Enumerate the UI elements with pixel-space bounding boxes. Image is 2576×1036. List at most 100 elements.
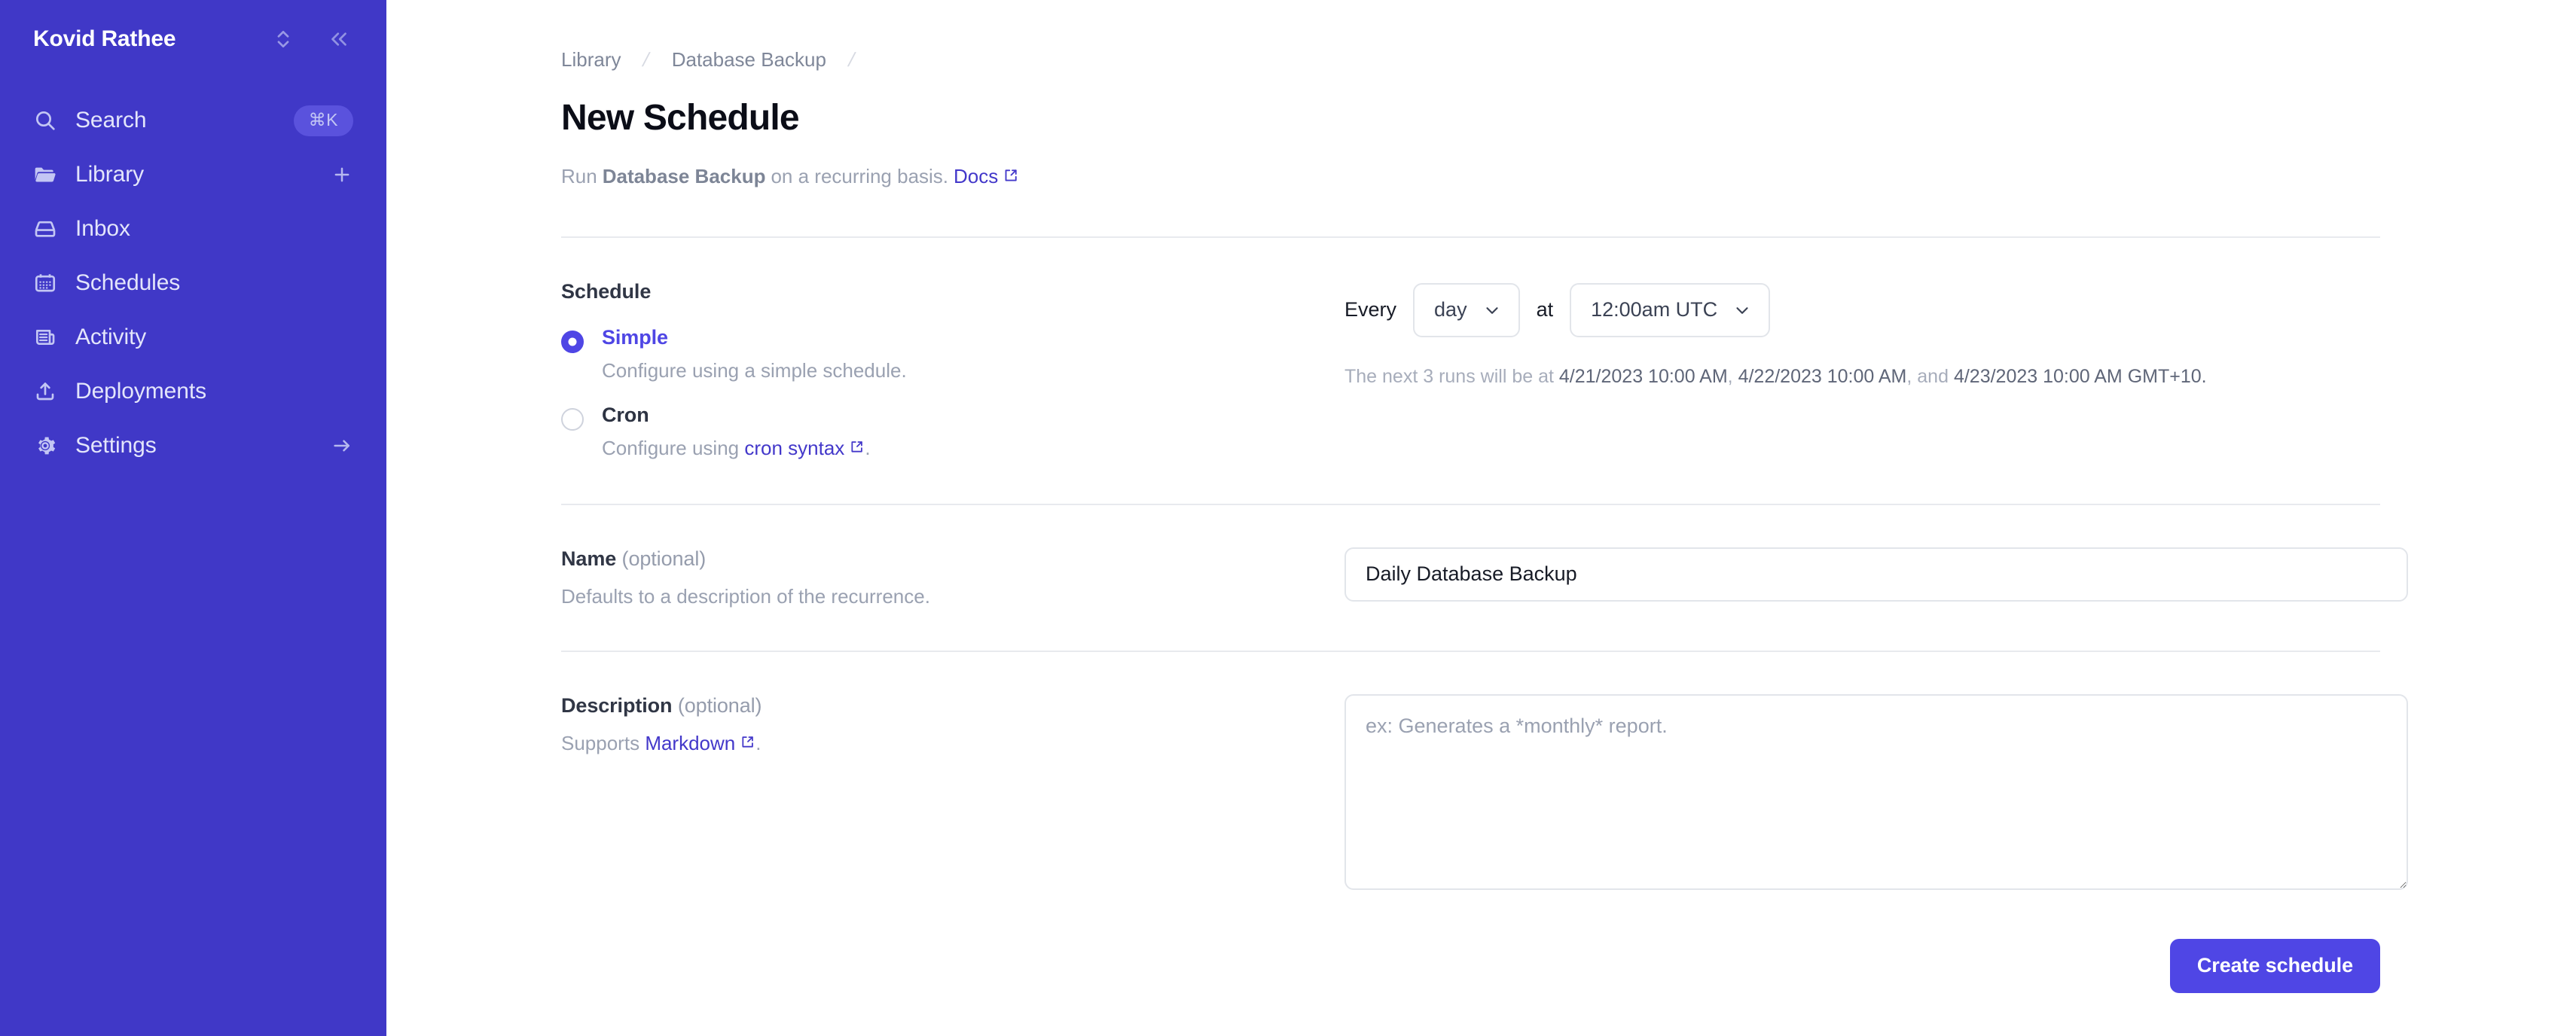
- description-label-text: Description: [561, 693, 673, 717]
- description-optional-text: (optional): [677, 693, 762, 717]
- breadcrumb-separator: /: [846, 47, 858, 71]
- name-help-text: Defaults to a description of the recurre…: [561, 584, 930, 608]
- sidebar-item-label: Deployments: [75, 379, 206, 404]
- docs-link-label: Docs: [954, 164, 999, 187]
- workspace-switcher-icon[interactable]: [266, 22, 301, 56]
- time-select-value: 12:00am UTC: [1591, 298, 1718, 321]
- folder-icon: [33, 163, 66, 187]
- next-runs-prefix: The next 3 runs will be at: [1344, 365, 1554, 387]
- next-run-date-1: 4/21/2023 10:00 AM: [1558, 365, 1728, 387]
- inbox-icon: [33, 217, 66, 241]
- sidebar-item-label: Search: [75, 108, 147, 133]
- sidebar-search-shortcut: ⌘K: [293, 105, 353, 136]
- radio-option-cron[interactable]: Cron Configure using cron syntax.: [561, 404, 1344, 460]
- sidebar-item-schedules[interactable]: Schedules: [20, 256, 367, 310]
- next-runs-text: The next 3 runs will be at 4/21/2023 10:…: [1344, 366, 2380, 388]
- sidebar-item-label: Schedules: [75, 270, 181, 295]
- breadcrumb: Library / Database Backup /: [561, 47, 2420, 72]
- arrow-right-icon[interactable]: [331, 434, 353, 457]
- sidebar-item-search[interactable]: Search ⌘K: [20, 93, 367, 148]
- name-label-text: Name: [561, 547, 617, 570]
- subtitle-flow-name: Database Backup: [602, 164, 766, 187]
- name-section-right: [1344, 547, 2408, 602]
- workspace-name: Kovid Rathee: [33, 26, 176, 51]
- description-label: Description (optional): [561, 694, 1344, 718]
- radio-simple-desc: Configure using a simple schedule.: [602, 358, 907, 382]
- docs-link[interactable]: Docs: [954, 164, 1018, 190]
- sidebar-item-label: Library: [75, 162, 144, 187]
- radio-cron-indicator[interactable]: [561, 407, 584, 431]
- form-actions: Create schedule: [561, 938, 2380, 993]
- next-run-date-2: 4/22/2023 10:00 AM: [1738, 365, 1907, 387]
- breadcrumb-item-library[interactable]: Library: [561, 48, 621, 72]
- radio-option-simple[interactable]: Simple Configure using a simple schedule…: [561, 326, 1344, 382]
- name-input[interactable]: [1344, 547, 2408, 602]
- schedule-section-right: Every day at 12:00am UTC The next 3 runs…: [1344, 280, 2380, 388]
- description-textarea[interactable]: [1344, 693, 2408, 890]
- name-section: Name (optional) Defaults to a descriptio…: [561, 505, 2408, 651]
- sidebar-item-label: Settings: [75, 433, 157, 458]
- description-section: Description (optional) Supports Markdown…: [561, 652, 2408, 894]
- sidebar-item-label: Activity: [75, 325, 147, 349]
- next-run-date-3: 4/23/2023 10:00 AM GMT+10.: [1953, 365, 2207, 387]
- description-section-right: [1344, 693, 2408, 894]
- collapse-sidebar-icon[interactable]: [322, 22, 356, 56]
- radio-cron-desc-suffix: .: [865, 436, 871, 459]
- schedule-section: Schedule Simple Configure using a simple…: [561, 238, 2380, 504]
- next-runs-sep: ,: [1727, 365, 1733, 387]
- search-icon: [33, 108, 66, 133]
- description-section-left: Description (optional) Supports Markdown…: [561, 694, 1344, 755]
- activity-icon: [33, 325, 66, 349]
- markdown-link[interactable]: Markdown: [645, 732, 735, 754]
- schedule-section-left: Schedule Simple Configure using a simple…: [561, 280, 1344, 460]
- breadcrumb-item-database-backup[interactable]: Database Backup: [672, 48, 826, 72]
- sidebar: Kovid Rathee Search ⌘K Library Inbox Sch…: [0, 0, 386, 1036]
- radio-cron-desc-prefix: Configure using: [602, 436, 740, 459]
- sidebar-item-inbox[interactable]: Inbox: [20, 202, 367, 256]
- gear-icon: [33, 434, 66, 458]
- plus-icon[interactable]: [331, 163, 353, 186]
- frequency-select[interactable]: day: [1413, 282, 1520, 337]
- subtitle-suffix: on a recurring basis.: [771, 164, 949, 187]
- radio-cron-text: Cron Configure using cron syntax.: [602, 404, 871, 460]
- time-select[interactable]: 12:00am UTC: [1570, 282, 1771, 337]
- schedule-label: Schedule: [561, 279, 652, 303]
- main-content: Library / Database Backup / New Schedule…: [386, 0, 2576, 1036]
- sidebar-item-deployments[interactable]: Deployments: [20, 364, 367, 419]
- sidebar-header: Kovid Rathee: [0, 0, 386, 78]
- sidebar-item-settings[interactable]: Settings: [20, 419, 367, 473]
- cron-syntax-link[interactable]: cron syntax: [744, 437, 844, 459]
- app-root: Kovid Rathee Search ⌘K Library Inbox Sch…: [0, 0, 2576, 1036]
- chevron-down-icon: [1732, 300, 1752, 320]
- sidebar-item-label: Inbox: [75, 216, 130, 241]
- subtitle-prefix: Run: [561, 164, 597, 187]
- calendar-icon: [33, 271, 66, 295]
- radio-simple-indicator[interactable]: [561, 330, 584, 353]
- next-runs-sep: ,: [1906, 365, 1912, 387]
- name-section-left: Name (optional) Defaults to a descriptio…: [561, 547, 1344, 608]
- description-help-prefix: Supports: [561, 731, 640, 754]
- description-help-text: Supports Markdown.: [561, 732, 1344, 755]
- name-optional-text: (optional): [621, 547, 707, 570]
- next-runs-and: and: [1917, 365, 1949, 387]
- every-word-label: Every: [1344, 298, 1397, 321]
- name-label: Name (optional): [561, 547, 1344, 571]
- radio-cron-title: Cron: [602, 403, 649, 426]
- sidebar-nav: Search ⌘K Library Inbox Schedules Activi…: [0, 93, 386, 473]
- page-title: New Schedule: [561, 98, 800, 138]
- create-schedule-button[interactable]: Create schedule: [2169, 938, 2380, 993]
- page-subtitle: Run Database Backup on a recurring basis…: [561, 164, 2420, 190]
- upload-icon: [33, 379, 66, 404]
- external-link-icon: [850, 440, 865, 455]
- radio-simple-text: Simple Configure using a simple schedule…: [602, 326, 907, 382]
- external-link-icon: [1003, 168, 1018, 183]
- description-help-suffix: .: [755, 731, 762, 754]
- schedule-type-radio-group: Simple Configure using a simple schedule…: [561, 326, 1344, 460]
- at-word-label: at: [1536, 298, 1554, 321]
- external-link-icon: [740, 735, 755, 750]
- search-shortcut-badge: ⌘K: [293, 105, 353, 136]
- radio-simple-title: Simple: [602, 325, 668, 349]
- sidebar-item-library[interactable]: Library: [20, 148, 367, 202]
- recurrence-controls: Every day at 12:00am UTC: [1344, 282, 2380, 337]
- sidebar-item-activity[interactable]: Activity: [20, 310, 367, 364]
